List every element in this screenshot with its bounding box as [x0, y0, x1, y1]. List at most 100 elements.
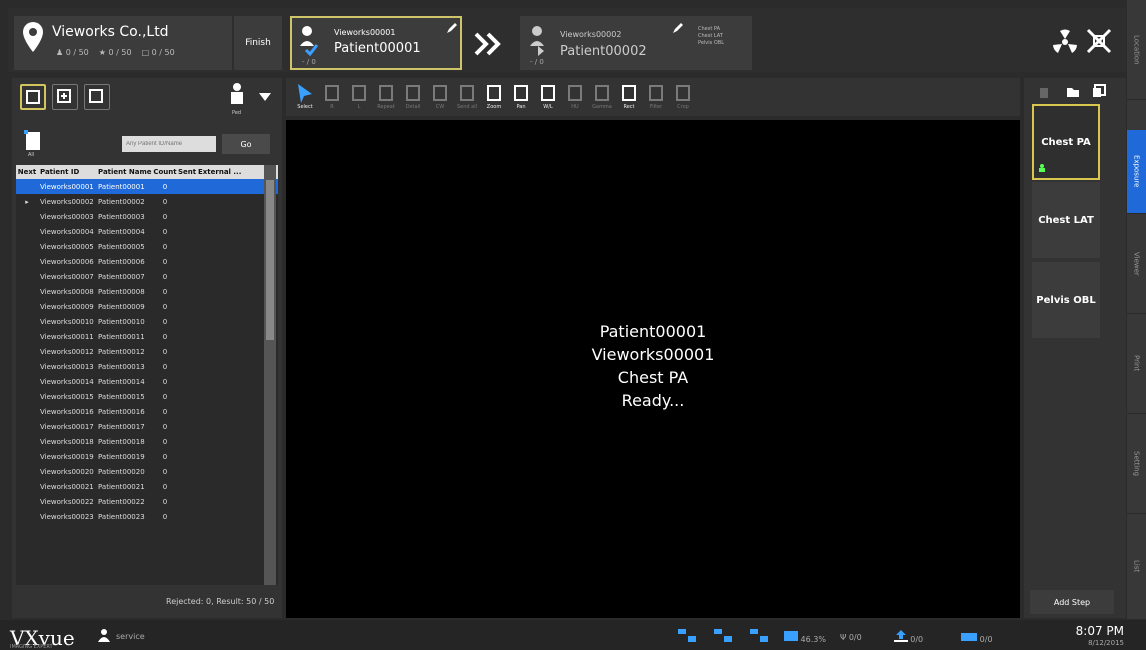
tool-w-l[interactable]: W/L — [535, 82, 561, 114]
column-header[interactable]: Sent — [178, 168, 198, 176]
cell-patient-id: Vieworks00008 — [40, 287, 94, 296]
table-row[interactable]: Vieworks00020 Patient00020 0 — [16, 464, 278, 479]
table-row[interactable]: Vieworks00010 Patient00010 0 — [16, 314, 278, 329]
cell-patient-name: Patient00005 — [98, 242, 145, 251]
tool-l[interactable]: L — [346, 82, 372, 114]
tab-viewer[interactable]: Viewer — [1127, 214, 1146, 314]
table-row[interactable]: Vieworks00004 Patient00004 0 — [16, 224, 278, 239]
scroll-thumb[interactable] — [266, 180, 274, 340]
edit-pencil-icon[interactable] — [672, 22, 684, 34]
multi-view-button[interactable] — [84, 84, 110, 110]
delete-icon[interactable] — [1038, 86, 1050, 98]
table-row[interactable]: Vieworks00012 Patient00012 0 — [16, 344, 278, 359]
table-row[interactable]: Vieworks00013 Patient00013 0 — [16, 359, 278, 374]
viewer-state: Ready... — [621, 391, 685, 410]
tool-icon — [379, 85, 393, 101]
table-row[interactable]: Vieworks00003 Patient00003 0 — [16, 209, 278, 224]
cell-patient-id: Vieworks00011 — [40, 332, 94, 341]
add-view-button[interactable] — [52, 84, 78, 110]
cell-patient-id: Vieworks00002 — [40, 197, 94, 206]
add-step-button[interactable]: Add Step — [1030, 590, 1114, 614]
table-row[interactable]: ▸ Vieworks00002 Patient00002 0 — [16, 194, 278, 209]
tool-icon — [433, 85, 447, 101]
table-row[interactable]: Vieworks00006 Patient00006 0 — [16, 254, 278, 269]
tool-cw[interactable]: CW — [427, 82, 453, 114]
finish-button[interactable]: Finish — [234, 16, 282, 70]
chevron-down-icon[interactable] — [258, 92, 272, 102]
step-pelvis-obl[interactable]: Pelvis OBL — [1032, 262, 1100, 338]
table-row[interactable]: Vieworks00008 Patient00008 0 — [16, 284, 278, 299]
tool-repeat[interactable]: Repeat — [373, 82, 399, 114]
table-row[interactable]: Vieworks00007 Patient00007 0 — [16, 269, 278, 284]
column-header[interactable]: Patient Name — [96, 168, 152, 176]
cell-count: 0 — [162, 362, 168, 371]
cell-count: 0 — [162, 197, 168, 206]
cell-count: 0 — [162, 392, 168, 401]
tool-label: Rect — [623, 104, 635, 110]
tool-zoom[interactable]: Zoom — [481, 82, 507, 114]
cell-patient-name: Patient00023 — [98, 512, 145, 521]
table-row[interactable]: Vieworks00019 Patient00019 0 — [16, 449, 278, 464]
filter-all-icon[interactable] — [22, 128, 42, 152]
hospital-name: Vieworks Co.,Ltd — [52, 24, 169, 40]
radiation-icon[interactable] — [1052, 28, 1078, 54]
table-row[interactable]: Vieworks00009 Patient00009 0 — [16, 299, 278, 314]
column-header[interactable]: Count — [152, 168, 178, 176]
table-row[interactable]: Vieworks00011 Patient00011 0 — [16, 329, 278, 344]
tool-gamma[interactable]: Gamma — [589, 82, 615, 114]
folder-icon[interactable] — [1066, 86, 1080, 98]
table-row[interactable]: Vieworks00001 Patient00001 0 — [16, 179, 278, 194]
table-row[interactable]: Vieworks00015 Patient00015 0 — [16, 389, 278, 404]
step-chest-lat[interactable]: Chest LAT — [1032, 182, 1100, 258]
tab-exposure[interactable]: Exposure — [1127, 130, 1146, 214]
edit-pencil-icon[interactable] — [446, 22, 458, 34]
tool-rect[interactable]: Rect — [616, 82, 642, 114]
tool-crop[interactable]: Crop — [670, 82, 696, 114]
tool-send-all[interactable]: Send all — [454, 82, 480, 114]
cell-patient-name: Patient00010 — [98, 317, 145, 326]
pediatric-icon[interactable] — [228, 82, 246, 112]
search-input[interactable] — [122, 136, 216, 152]
tool-detail[interactable]: Detail — [400, 82, 426, 114]
copy-icon[interactable] — [1092, 84, 1106, 98]
column-header[interactable]: Next — [16, 168, 38, 176]
tool-pan[interactable]: Pan — [508, 82, 534, 114]
table-row[interactable]: Vieworks00017 Patient00017 0 — [16, 419, 278, 434]
table-row[interactable]: Vieworks00021 Patient00021 0 — [16, 479, 278, 494]
table-row[interactable]: Vieworks00005 Patient00005 0 — [16, 239, 278, 254]
detector-3[interactable] — [748, 628, 770, 646]
next-patient-icon[interactable] — [470, 30, 510, 58]
tool-r[interactable]: R — [319, 82, 345, 114]
table-row[interactable]: Vieworks00023 Patient00023 0 — [16, 509, 278, 524]
cell-patient-name: Patient00014 — [98, 377, 145, 386]
tab-list[interactable]: List — [1127, 514, 1146, 620]
tab-print[interactable]: Print — [1127, 314, 1146, 414]
table-row[interactable]: Vieworks00018 Patient00018 0 — [16, 434, 278, 449]
cell-patient-name: Patient00013 — [98, 362, 145, 371]
single-view-button[interactable] — [20, 84, 46, 110]
detector-icon — [678, 629, 696, 642]
clock-date: 8/12/2015 — [1088, 639, 1124, 647]
cell-count: 0 — [162, 347, 168, 356]
cell-patient-id: Vieworks00020 — [40, 467, 94, 476]
detector-1[interactable] — [676, 628, 698, 646]
current-patient-count: - / 0 — [302, 58, 316, 66]
cell-patient-id: Vieworks00009 — [40, 302, 94, 311]
collimator-icon[interactable] — [1086, 28, 1112, 54]
tool-label: Repeat — [377, 104, 395, 110]
tool-filter[interactable]: Filter — [643, 82, 669, 114]
tab-setting[interactable]: Setting — [1127, 414, 1146, 514]
table-row[interactable]: Vieworks00016 Patient00016 0 — [16, 404, 278, 419]
table-row[interactable]: Vieworks00022 Patient00022 0 — [16, 494, 278, 509]
detector-2[interactable] — [712, 628, 734, 646]
tab-location[interactable]: Location — [1127, 0, 1146, 100]
table-row[interactable]: Vieworks00014 Patient00014 0 — [16, 374, 278, 389]
wait-stat: ★ 0 / 50 — [98, 48, 132, 57]
column-header[interactable]: External ... — [198, 168, 246, 176]
tool-select[interactable]: Select — [292, 82, 318, 114]
next-patient-name: Patient00002 — [560, 44, 647, 59]
go-button[interactable]: Go — [222, 134, 270, 154]
next-step-item: Chest PA — [698, 26, 721, 32]
column-header[interactable]: Patient ID — [38, 168, 96, 176]
tool-hu[interactable]: HU — [562, 82, 588, 114]
